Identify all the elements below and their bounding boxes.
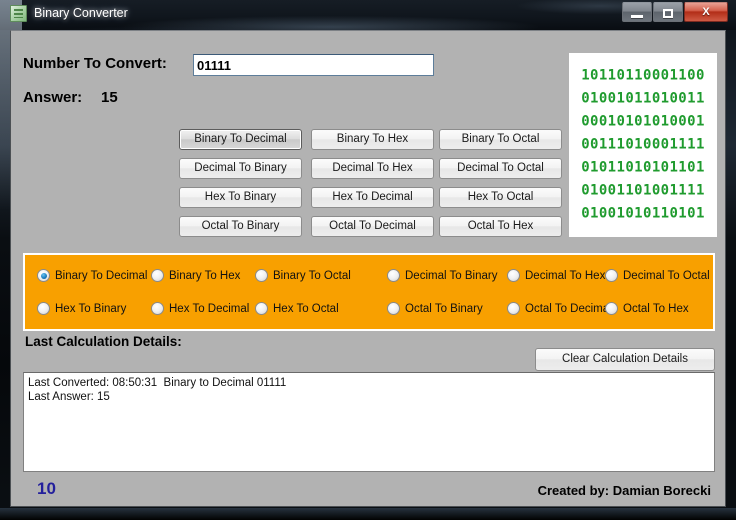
detail-line: Last Converted: 08:50:31 Binary to Decim… — [28, 377, 287, 389]
convert-button-binary-to-decimal[interactable]: Binary To Decimal — [179, 129, 302, 150]
radio-label: Binary To Decimal — [55, 269, 148, 282]
radio-label: Binary To Octal — [273, 269, 351, 282]
radio-label: Octal To Hex — [623, 302, 689, 315]
radio-dot-icon — [507, 302, 520, 315]
radio-label: Octal To Decimal — [525, 302, 612, 315]
radio-octal-to-binary[interactable]: Octal To Binary — [387, 302, 483, 315]
last-calculation-details-label: Last Calculation Details: — [25, 334, 182, 349]
credit-label: Created by: Damian Borecki — [537, 483, 711, 498]
window-title: Binary Converter — [34, 6, 128, 20]
client-area: Number To Convert: Answer: 15 1011011000… — [10, 30, 726, 507]
radio-decimal-to-hex[interactable]: Decimal To Hex — [507, 269, 605, 282]
radio-label: Hex To Binary — [55, 302, 127, 315]
application-window: Binary Converter X Number To Convert: An… — [0, 0, 736, 520]
radio-label: Binary To Hex — [169, 269, 241, 282]
clear-calculation-details-button[interactable]: Clear Calculation Details — [535, 348, 715, 371]
radio-dot-icon — [151, 269, 164, 282]
radio-dot-icon — [37, 269, 50, 282]
radio-dot-icon — [151, 302, 164, 315]
title-bar: Binary Converter X — [0, 0, 736, 30]
calculation-details-textbox[interactable]: Last Converted: 08:50:31 Binary to Decim… — [23, 372, 715, 472]
radio-hex-to-decimal[interactable]: Hex To Decimal — [151, 302, 249, 315]
maximize-button[interactable] — [653, 2, 683, 22]
radio-label: Hex To Decimal — [169, 302, 250, 315]
convert-button-decimal-to-octal[interactable]: Decimal To Octal — [439, 158, 562, 179]
convert-button-octal-to-decimal[interactable]: Octal To Decimal — [311, 216, 434, 237]
radio-label: Hex To Octal — [273, 302, 339, 315]
convert-button-binary-to-hex[interactable]: Binary To Hex — [311, 129, 434, 150]
radio-hex-to-binary[interactable]: Hex To Binary — [37, 302, 126, 315]
radio-label: Decimal To Octal — [623, 269, 710, 282]
app-document-icon — [10, 5, 27, 22]
convert-button-hex-to-decimal[interactable]: Hex To Decimal — [311, 187, 434, 208]
number-to-convert-label: Number To Convert: — [23, 55, 167, 72]
convert-button-decimal-to-hex[interactable]: Decimal To Hex — [311, 158, 434, 179]
counter-label: 10 — [37, 479, 56, 498]
radio-binary-to-octal[interactable]: Binary To Octal — [255, 269, 351, 282]
convert-button-octal-to-binary[interactable]: Octal To Binary — [179, 216, 302, 237]
radio-label: Decimal To Binary — [405, 269, 498, 282]
radio-label: Octal To Binary — [405, 302, 483, 315]
convert-button-decimal-to-binary[interactable]: Decimal To Binary — [179, 158, 302, 179]
radio-dot-icon — [605, 302, 618, 315]
radio-dot-icon — [605, 269, 618, 282]
binary-matrix-image: 10110110001100 01001011010011 0001010101… — [569, 53, 717, 237]
radio-binary-to-decimal[interactable]: Binary To Decimal — [37, 269, 147, 282]
maximize-icon — [663, 9, 673, 18]
radio-octal-to-hex[interactable]: Octal To Hex — [605, 302, 689, 315]
minimize-button[interactable] — [622, 2, 652, 22]
radio-dot-icon — [387, 302, 400, 315]
radio-octal-to-decimal[interactable]: Octal To Decimal — [507, 302, 612, 315]
radio-dot-icon — [255, 269, 268, 282]
conversion-mode-radio-panel: Binary To Decimal Binary To Hex Binary To … — [23, 253, 715, 331]
convert-button-hex-to-octal[interactable]: Hex To Octal — [439, 187, 562, 208]
answer-value: 15 — [101, 89, 118, 106]
radio-label: Decimal To Hex — [525, 269, 606, 282]
radio-dot-icon — [507, 269, 520, 282]
radio-hex-to-octal[interactable]: Hex To Octal — [255, 302, 339, 315]
radio-binary-to-hex[interactable]: Binary To Hex — [151, 269, 240, 282]
convert-button-octal-to-hex[interactable]: Octal To Hex — [439, 216, 562, 237]
detail-line: Last Answer: 15 — [28, 391, 110, 403]
number-to-convert-input[interactable] — [193, 54, 434, 76]
radio-dot-icon — [37, 302, 50, 315]
close-button[interactable]: X — [684, 2, 728, 22]
frame-bottom-decoration — [0, 508, 736, 520]
answer-label: Answer: — [23, 89, 83, 106]
binary-matrix-text: 10110110001100 01001011010011 0001010101… — [581, 67, 705, 222]
radio-dot-icon — [255, 302, 268, 315]
convert-button-hex-to-binary[interactable]: Hex To Binary — [179, 187, 302, 208]
close-icon: X — [702, 6, 710, 18]
radio-decimal-to-octal[interactable]: Decimal To Octal — [605, 269, 710, 282]
convert-button-binary-to-octal[interactable]: Binary To Octal — [439, 129, 562, 150]
radio-decimal-to-binary[interactable]: Decimal To Binary — [387, 269, 497, 282]
minimize-icon — [631, 15, 643, 18]
radio-dot-icon — [387, 269, 400, 282]
